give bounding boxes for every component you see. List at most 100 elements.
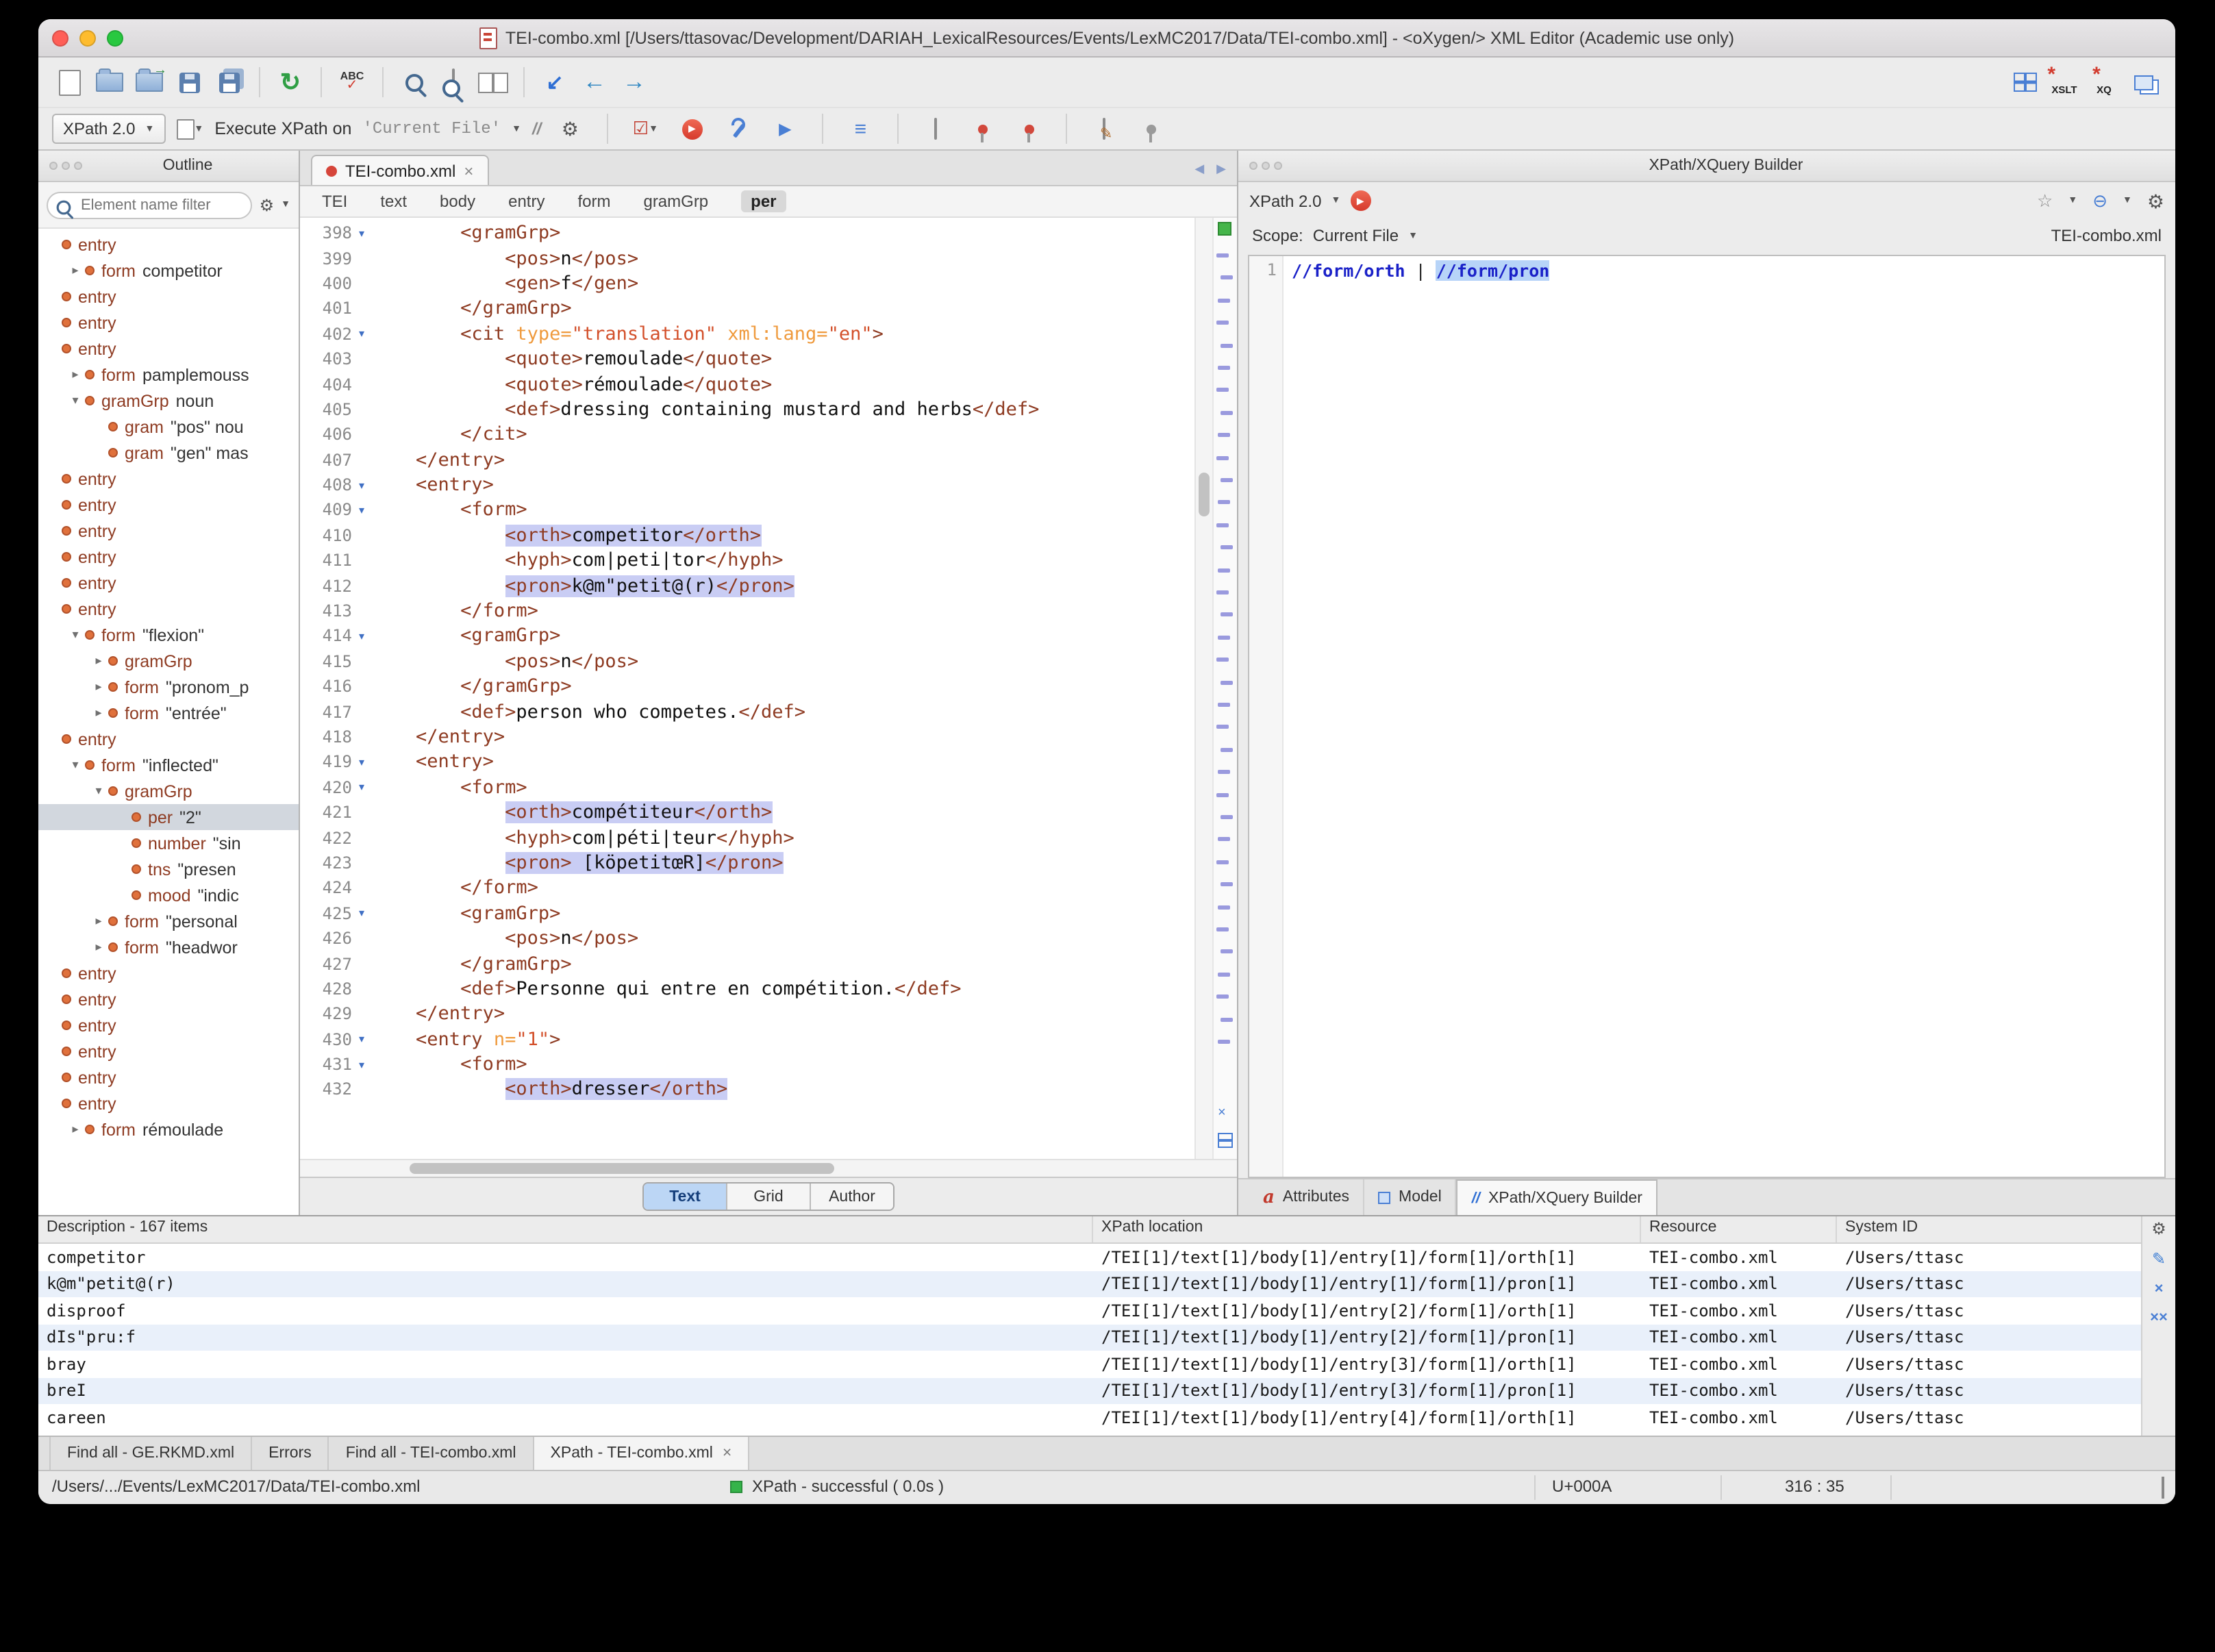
debug-run-button[interactable]: ▶ [767, 111, 803, 147]
outline-item-form[interactable]: ▸ form "personal [38, 908, 299, 934]
scope-value[interactable]: Current File [1313, 226, 1399, 245]
outline-item-form[interactable]: ▸ form "headwor [38, 934, 299, 960]
fold-toggle-icon[interactable]: ▾ [352, 756, 371, 768]
overview-mark[interactable] [1218, 905, 1230, 910]
code-line[interactable]: 402 ▾ <cit type="translation" xml:lang="e… [300, 321, 1194, 347]
expand-arrow-icon[interactable]: ▸ [67, 263, 84, 278]
outline-filter-input[interactable] [47, 191, 253, 218]
overview-mark[interactable] [1216, 725, 1229, 729]
code-line[interactable]: 416 </gramGrp> [300, 674, 1194, 699]
forward-button[interactable]: → [616, 64, 652, 100]
new-document-button[interactable] [52, 64, 88, 100]
compare-files-button[interactable] [475, 64, 511, 100]
clear-marks-icon[interactable]: × [1218, 1105, 1226, 1121]
fold-toggle-icon[interactable]: ▾ [352, 781, 371, 794]
builder-tab-model[interactable]: Model [1364, 1179, 1457, 1215]
outline-item-entry[interactable]: entry [38, 518, 299, 544]
outline-item-form[interactable]: ▾ form "inflected" [38, 752, 299, 778]
overview-mark[interactable] [1218, 703, 1230, 707]
chevron-down-icon[interactable]: ▼ [2068, 196, 2077, 205]
view-tab-errors[interactable]: Errors [252, 1437, 329, 1470]
code-line[interactable]: 415 <pos>n</pos> [300, 649, 1194, 674]
code-line[interactable]: 401 </gramGrp> [300, 296, 1194, 321]
mode-tab-grid[interactable]: Grid [727, 1184, 811, 1210]
code-line[interactable]: 411 <hyph>com|peti|tor</hyph> [300, 548, 1194, 573]
outline-item-entry[interactable]: entry [38, 960, 299, 986]
code-line[interactable]: 398 ▾ <gramGrp> [300, 221, 1194, 246]
outline-item-form[interactable]: ▸ form "entrée" [38, 700, 299, 726]
code-line[interactable]: 404 <quote>rémoulade</quote> [300, 372, 1194, 397]
outline-item-entry[interactable]: entry [38, 1038, 299, 1064]
fold-toggle-icon[interactable]: ▾ [352, 504, 371, 516]
outline-item-gramGrp[interactable]: ▾ gramGrp [38, 778, 299, 804]
xpath-scope-value[interactable]: 'Current File' [362, 119, 501, 138]
chevron-down-icon[interactable]: ▼ [1331, 196, 1340, 205]
code-line[interactable]: 405 <def>dressing containing mustard and… [300, 397, 1194, 422]
code-line[interactable]: 418 </entry> [300, 725, 1194, 750]
fold-toggle-icon[interactable]: ▾ [352, 1058, 371, 1071]
overview-mark[interactable] [1221, 545, 1233, 550]
overview-mark[interactable] [1221, 612, 1233, 617]
export-document-button[interactable] [918, 111, 953, 147]
code-line[interactable]: 412 <pron>k@m"petit@(r)</pron> [300, 573, 1194, 599]
mode-tab-text[interactable]: Text [644, 1184, 727, 1210]
code-line[interactable]: 428 <def>Personne qui entre en compétiti… [300, 976, 1194, 1001]
expand-arrow-icon[interactable]: ▸ [90, 679, 107, 694]
horizontal-scrollbar-thumb[interactable] [410, 1163, 834, 1174]
results-column-header[interactable]: XPath location [1093, 1216, 1641, 1242]
fold-toggle-icon[interactable]: ▾ [352, 328, 371, 340]
go-to-definition-button[interactable]: ↙ [537, 64, 573, 100]
results-column-header[interactable]: Resource [1641, 1216, 1837, 1242]
collapse-arrow-icon[interactable]: ▾ [67, 627, 84, 642]
code-line[interactable]: 425 ▾ <gramGrp> [300, 901, 1194, 926]
results-column-header[interactable]: Description - 167 items [38, 1216, 1093, 1242]
breadcrumb-item-per[interactable]: per [741, 190, 786, 212]
code-line[interactable]: 410 <orth>competitor</orth> [300, 523, 1194, 548]
outline-item-form[interactable]: ▸ form rémoulade [38, 1116, 299, 1142]
validate-button[interactable]: ☑ ▼ [627, 111, 663, 147]
outline-item-entry[interactable]: entry [38, 492, 299, 518]
result-row[interactable]: careen/TEI[1]/text[1]/body[1]/entry[4]/f… [38, 1404, 2142, 1431]
horizontal-scrollbar[interactable] [300, 1159, 1237, 1177]
view-tab-find-all-tei-combo-xml[interactable]: Find all - TEI-combo.xml [329, 1437, 534, 1470]
overview-mark[interactable] [1216, 792, 1229, 797]
code-line[interactable]: 399 <pos>n</pos> [300, 246, 1194, 271]
outline-item-entry[interactable]: entry [38, 596, 299, 622]
outline-item-gram[interactable]: gram "gen" mas [38, 440, 299, 466]
outline-item-entry[interactable]: entry [38, 1064, 299, 1090]
expand-arrow-icon[interactable]: ▸ [67, 367, 84, 382]
results-column-header[interactable]: System ID [1837, 1216, 2142, 1242]
breadcrumb-item-body[interactable]: body [440, 192, 475, 211]
xpath-expression-part[interactable]: //form/orth [1292, 260, 1405, 281]
outline-item-entry[interactable]: entry [38, 336, 299, 362]
overview-mark[interactable] [1221, 343, 1233, 348]
expand-arrow-icon[interactable]: ▸ [90, 940, 107, 955]
overview-mark[interactable] [1221, 478, 1233, 482]
execute-xpath-button[interactable]: ▶ [1350, 190, 1371, 211]
code-line[interactable]: 408 ▾ <entry> [300, 473, 1194, 498]
execute-target-button[interactable]: ▼ [176, 111, 203, 147]
breadcrumb-item-text[interactable]: text [380, 192, 407, 211]
code-line[interactable]: 422 <hyph>com|péti|teur</hyph> [300, 825, 1194, 851]
expand-arrow-icon[interactable]: ▸ [90, 653, 107, 668]
outline-item-entry[interactable]: entry [38, 986, 299, 1012]
outline-item-form[interactable]: ▸ form "pronom_p [38, 674, 299, 700]
xpath-expression-part[interactable]: | [1405, 260, 1436, 281]
code-line[interactable]: 409 ▾ <form> [300, 498, 1194, 523]
highlight-pen-icon[interactable]: ✎ [2152, 1249, 2166, 1268]
minimize-button[interactable] [79, 29, 96, 46]
overview-mark[interactable] [1218, 366, 1230, 370]
code-line[interactable]: 413 </form> [300, 599, 1194, 624]
status-notes-icon[interactable] [2162, 1477, 2164, 1499]
outline-item-gramGrp[interactable]: ▸ gramGrp [38, 648, 299, 674]
overview-mark[interactable] [1216, 455, 1229, 460]
bookmark-button[interactable] [964, 111, 1000, 147]
code-line[interactable]: 407 </entry> [300, 447, 1194, 473]
result-row[interactable]: breI/TEI[1]/text[1]/body[1]/entry[3]/for… [38, 1377, 2142, 1404]
outline-item-entry[interactable]: entry [38, 726, 299, 752]
overview-mark[interactable] [1218, 635, 1230, 640]
fold-toggle-icon[interactable]: ▾ [352, 907, 371, 919]
edit-button[interactable]: ✎ [1086, 111, 1122, 147]
code-line[interactable]: 429 </entry> [300, 1001, 1194, 1027]
outline-item-entry[interactable]: entry [38, 1090, 299, 1116]
